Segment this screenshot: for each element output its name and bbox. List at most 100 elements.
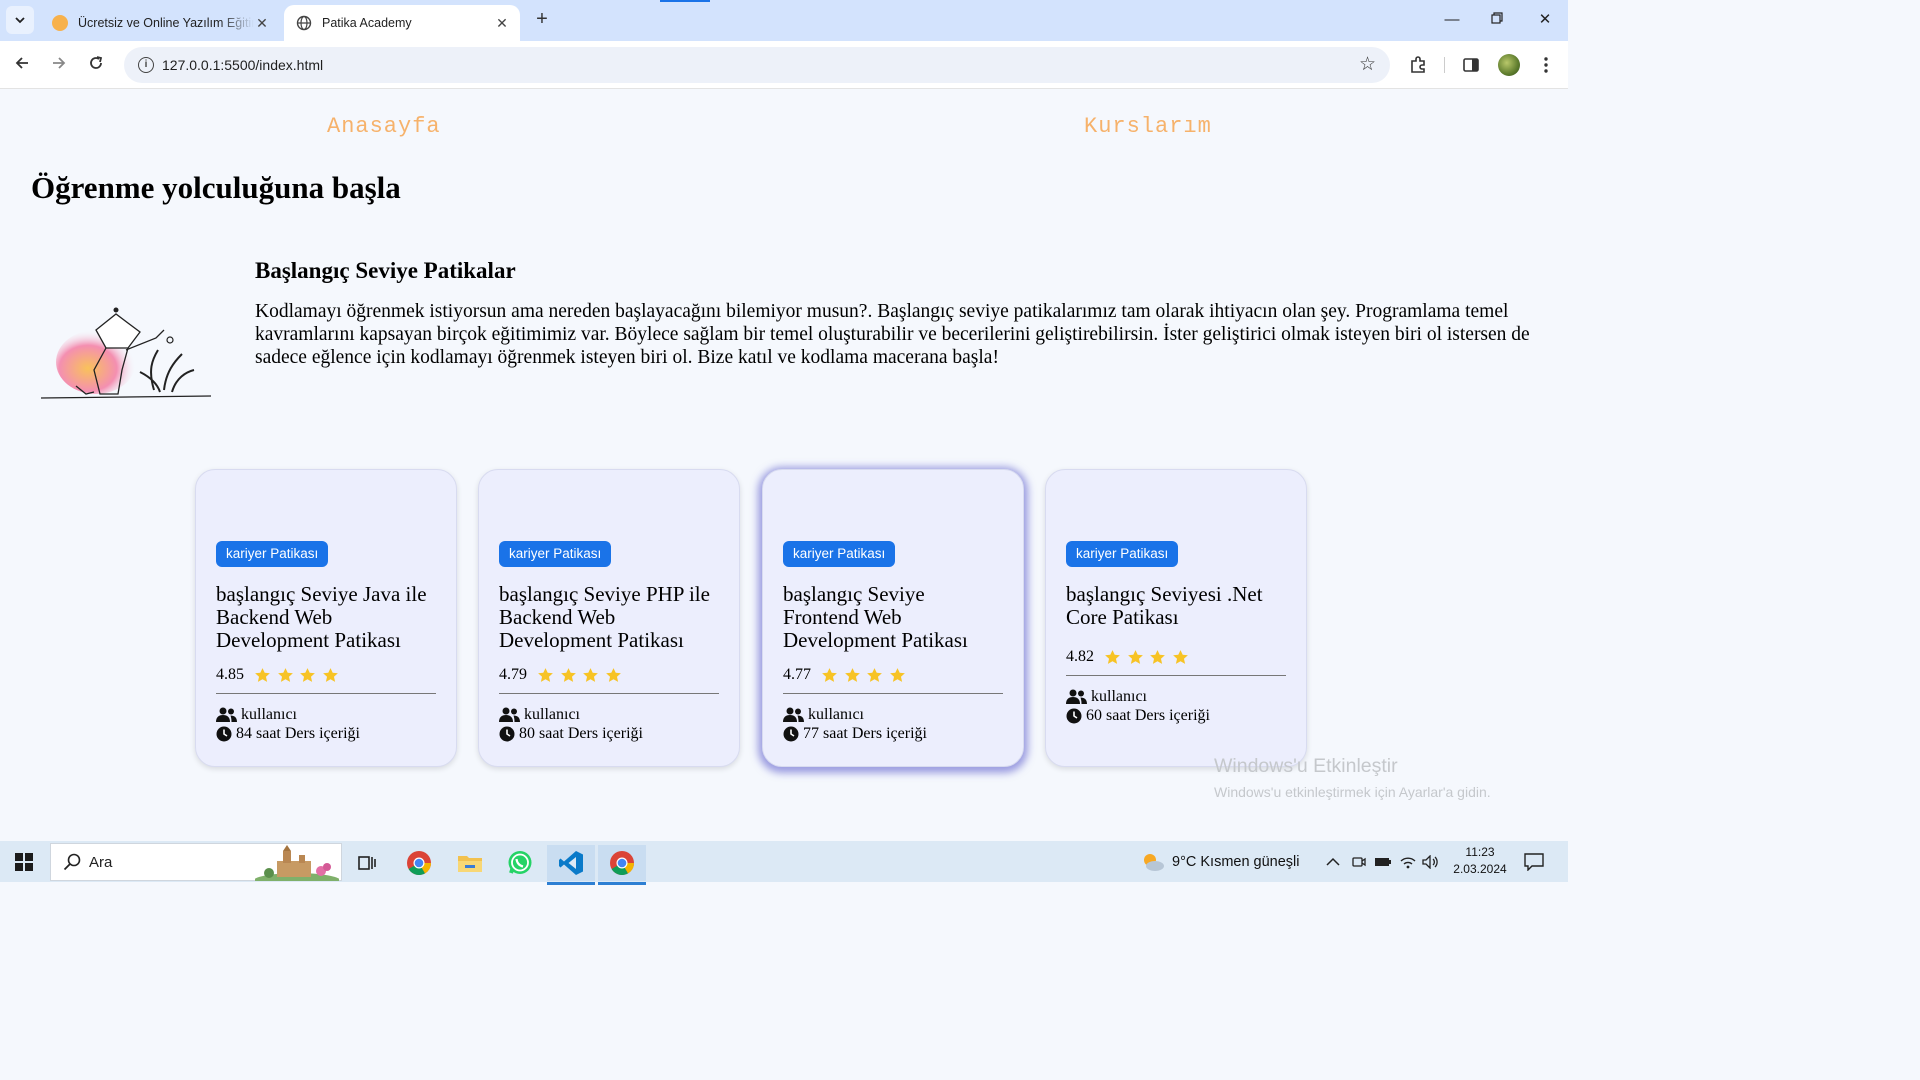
intro-paragraph: Kodlamayı öğrenmek istiyorsun ama nerede… xyxy=(255,301,1530,368)
extensions-button[interactable] xyxy=(1406,53,1430,77)
restore-button[interactable] xyxy=(1482,8,1512,32)
bookmark-star-icon[interactable]: ☆ xyxy=(1359,55,1376,75)
close-icon[interactable]: ✕ xyxy=(254,15,270,31)
globe-icon xyxy=(296,15,312,31)
minimize-button[interactable]: — xyxy=(1437,8,1467,32)
course-card[interactable]: kariyer Patikası başlangıç Seviyesi .Net… xyxy=(1045,469,1307,767)
tab-search-button[interactable] xyxy=(6,6,34,34)
star-icon xyxy=(867,667,882,682)
close-icon[interactable]: ✕ xyxy=(494,15,510,31)
star-icon xyxy=(1127,649,1143,664)
clock-icon xyxy=(216,726,232,741)
card-divider xyxy=(499,693,719,694)
task-view-button[interactable] xyxy=(347,845,387,881)
arrow-left-icon xyxy=(15,57,28,69)
profile-avatar[interactable] xyxy=(1498,54,1520,76)
course-title[interactable]: başlangıç Seviye PHP ile Backend Web Dev… xyxy=(499,583,719,652)
tray-meet-now[interactable] xyxy=(1352,841,1366,882)
course-title[interactable]: başlangıç Seviye Frontend Web Developmen… xyxy=(783,583,1003,652)
course-title[interactable]: başlangıç Seviyesi .Net Core Patikası xyxy=(1066,583,1286,629)
site-info-icon[interactable]: i xyxy=(138,57,154,73)
star-icon xyxy=(255,667,270,682)
taskbar-file-explorer[interactable] xyxy=(450,845,490,881)
taskbar-chrome[interactable] xyxy=(399,845,439,881)
taskbar-vscode[interactable] xyxy=(547,845,595,885)
taskbar-whatsapp[interactable] xyxy=(500,845,540,881)
duration-row: 84 saat Ders içeriği xyxy=(216,724,436,743)
chrome-icon xyxy=(610,851,634,876)
patika-favicon xyxy=(52,15,68,31)
star-icon xyxy=(322,667,338,682)
duration-label: 80 saat Ders içeriği xyxy=(519,725,643,742)
tab-patika-dev[interactable]: Ücretsiz ve Online Yazılım Eğitimi ✕ xyxy=(40,5,280,41)
side-panel-icon xyxy=(1463,58,1479,72)
star-icon xyxy=(605,667,621,682)
new-tab-button[interactable]: + xyxy=(530,8,554,32)
rating-value: 4.82 xyxy=(1066,648,1094,665)
chevron-up-icon xyxy=(1326,857,1340,866)
rating-row: 4.79 xyxy=(499,666,719,684)
reload-button[interactable] xyxy=(84,53,108,77)
course-card[interactable]: kariyer Patikası başlangıç Seviye Fronte… xyxy=(762,469,1024,767)
intro-heading: Başlangıç Seviye Patikalar xyxy=(255,258,516,283)
url-text: 127.0.0.1:5500/index.html xyxy=(162,57,324,73)
course-card[interactable]: kariyer Patikası başlangıç Seviye Java i… xyxy=(195,469,457,767)
star-icon xyxy=(1150,649,1165,664)
forward-button[interactable] xyxy=(47,53,71,77)
star-icon xyxy=(889,667,905,682)
career-path-badge[interactable]: kariyer Patikası xyxy=(499,541,612,567)
star-icon xyxy=(538,667,553,682)
taskbar-search[interactable]: Ara xyxy=(50,843,342,881)
duration-row: 77 saat Ders içeriği xyxy=(783,724,1003,743)
page-title: Öğrenme yolculuğuna başla xyxy=(31,170,401,205)
windows-start-button[interactable] xyxy=(15,853,33,871)
tray-battery[interactable] xyxy=(1374,841,1392,882)
address-bar[interactable]: i 127.0.0.1:5500/index.html ☆ xyxy=(124,47,1390,83)
close-window-button[interactable]: ✕ xyxy=(1530,8,1560,32)
course-card[interactable]: kariyer Patikası başlangıç Seviye PHP il… xyxy=(478,469,740,767)
vscode-icon xyxy=(559,851,583,875)
duration-row: 80 saat Ders içeriği xyxy=(499,724,719,743)
career-path-badge[interactable]: kariyer Patikası xyxy=(1066,541,1179,567)
card-divider xyxy=(216,693,436,694)
star-icon xyxy=(300,667,315,682)
taskbar-clock[interactable]: 11:23 2.03.2024 xyxy=(1452,844,1508,878)
whatsapp-icon xyxy=(508,851,532,874)
career-path-badge[interactable]: kariyer Patikası xyxy=(783,541,896,567)
nav-link-courses[interactable]: Kurslarım xyxy=(1084,114,1212,139)
chevron-down-icon xyxy=(15,17,25,24)
volume-icon xyxy=(1422,854,1438,869)
star-icon xyxy=(844,667,860,682)
star-icon xyxy=(1172,649,1188,664)
tray-wifi[interactable] xyxy=(1400,841,1416,882)
users-label: kullanıcı xyxy=(1091,688,1147,705)
nav-link-home[interactable]: Anasayfa xyxy=(327,114,441,139)
activation-watermark-subtitle: Windows'u etkinleştirmek için Ayarlar'a … xyxy=(1214,784,1491,800)
course-title[interactable]: başlangıç Seviye Java ile Backend Web De… xyxy=(216,583,436,652)
tab-patika-academy[interactable]: Patika Academy ✕ xyxy=(284,5,520,41)
tray-overflow-button[interactable] xyxy=(1326,841,1340,882)
taskbar-chrome-active[interactable] xyxy=(598,845,646,885)
users-icon xyxy=(216,707,237,722)
back-button[interactable] xyxy=(10,53,34,77)
rating-value: 4.85 xyxy=(216,666,244,683)
task-view-icon xyxy=(358,856,376,870)
weather-widget[interactable]: 9°C Kısmen güneşli xyxy=(1140,841,1300,882)
notification-center-button[interactable] xyxy=(1524,841,1544,882)
tray-volume[interactable] xyxy=(1422,841,1440,882)
star-icon xyxy=(822,667,837,682)
menu-button[interactable] xyxy=(1534,53,1558,77)
activation-watermark-title: Windows'u Etkinleştir xyxy=(1214,755,1398,777)
search-highlight-image xyxy=(255,845,339,881)
star-icon xyxy=(277,667,293,682)
duration-label: 77 saat Ders içeriği xyxy=(803,725,927,742)
star-icon xyxy=(560,667,576,682)
weather-partly-sunny-icon xyxy=(1144,853,1164,871)
users-icon xyxy=(499,707,520,722)
side-panel-button[interactable] xyxy=(1459,53,1483,77)
users-row: kullanıcı xyxy=(783,705,1003,724)
browser-toolbar: i 127.0.0.1:5500/index.html ☆ xyxy=(0,41,1568,89)
tab-title: Patika Academy xyxy=(322,16,412,30)
duration-label: 84 saat Ders içeriği xyxy=(236,725,360,742)
career-path-badge[interactable]: kariyer Patikası xyxy=(216,541,329,567)
